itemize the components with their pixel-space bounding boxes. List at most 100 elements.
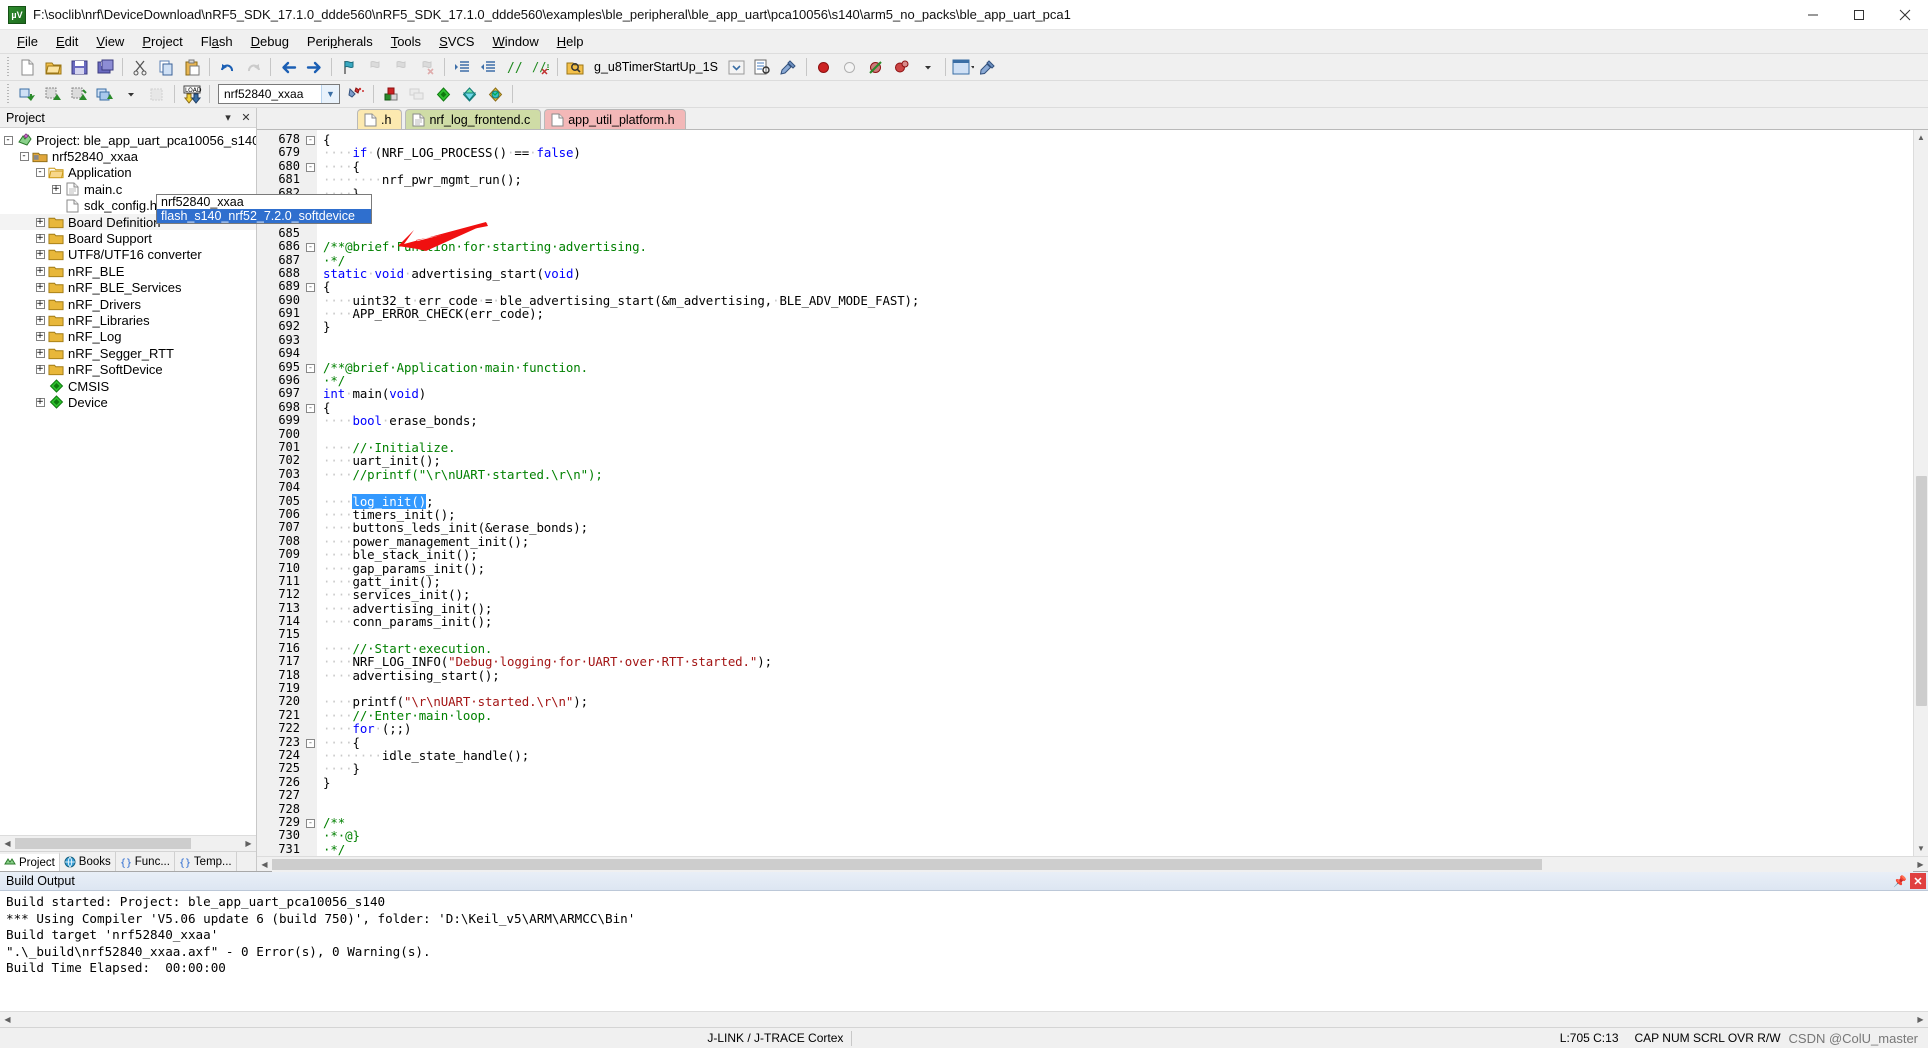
target-dropdown-item-1[interactable]: flash_s140_nrf52_7.2.0_softdevice	[157, 209, 371, 223]
tree-expander[interactable]: +	[32, 280, 48, 296]
scroll-down-button[interactable]: ▼	[1913, 841, 1928, 856]
code-line[interactable]	[323, 628, 1913, 641]
kill-breakpoint-icon[interactable]	[838, 56, 862, 79]
tree-expander[interactable]: -	[32, 165, 48, 181]
fold-marker[interactable]	[304, 387, 317, 400]
project-panel-tabs[interactable]: Project Books{} Func...{} Temp...	[0, 851, 256, 871]
fold-marker[interactable]	[304, 588, 317, 601]
fold-marker[interactable]	[304, 829, 317, 842]
code-line[interactable]: ····conn_params_init();	[323, 615, 1913, 629]
fold-marker[interactable]	[304, 762, 317, 775]
fold-marker[interactable]	[304, 615, 317, 628]
code-line[interactable]: ····gatt_init();	[323, 574, 1913, 588]
batch-build-dropdown-icon[interactable]	[119, 83, 143, 106]
filter-pack-icon[interactable]	[457, 83, 481, 106]
tree-expander[interactable]: +	[48, 181, 64, 197]
fold-marker[interactable]	[304, 441, 317, 454]
code-line[interactable]: ·*·@}	[323, 829, 1913, 842]
fold-marker[interactable]	[304, 254, 317, 267]
scroll-right-button[interactable]: ▶	[1913, 1012, 1928, 1027]
code-line[interactable]: ····{	[323, 159, 1913, 173]
tree-item[interactable]: + nRF_Log	[0, 329, 256, 345]
code-line[interactable]: /**	[323, 816, 1913, 829]
manage-project-items-icon[interactable]	[344, 83, 368, 106]
code-line[interactable]: }	[323, 200, 1913, 214]
code-line[interactable]: int·main(void)	[323, 387, 1913, 401]
fold-marker[interactable]	[304, 508, 317, 521]
fold-marker[interactable]	[304, 294, 317, 307]
fold-marker[interactable]	[304, 695, 317, 708]
code-line[interactable]	[323, 213, 1913, 226]
menu-flash[interactable]: Flash	[192, 31, 242, 52]
code-line[interactable]: ·*/	[323, 374, 1913, 387]
fold-marker[interactable]	[304, 173, 317, 186]
code-line[interactable]: ····}	[323, 186, 1913, 200]
scroll-left-button[interactable]: ◀	[0, 836, 15, 851]
scroll-right-button[interactable]: ▶	[241, 836, 256, 851]
tree-expander[interactable]: +	[32, 214, 48, 230]
tree-item[interactable]: + nRF_Libraries	[0, 312, 256, 328]
tree-expander[interactable]: +	[32, 394, 48, 410]
configure-icon[interactable]	[777, 56, 801, 79]
fold-marker[interactable]	[304, 481, 317, 494]
chevron-down-icon[interactable]: ▼	[321, 85, 339, 103]
menu-help[interactable]: Help	[548, 31, 593, 52]
fold-marker[interactable]	[304, 628, 317, 641]
fold-marker[interactable]	[304, 562, 317, 575]
code-line[interactable]	[323, 347, 1913, 360]
code-viewport[interactable]: 6786796806816826836846856866876886896906…	[257, 130, 1913, 856]
fold-marker[interactable]	[304, 347, 317, 360]
code-line[interactable]: ····{	[323, 735, 1913, 749]
code-line[interactable]: ····uint32_t·err_code·=·ble_advertising_…	[323, 293, 1913, 307]
scroll-left-button[interactable]: ◀	[257, 857, 272, 872]
tree-item[interactable]: + Board Support	[0, 230, 256, 246]
fold-marker[interactable]: -	[304, 401, 317, 414]
menu-edit[interactable]: Edit	[47, 31, 87, 52]
copy-icon[interactable]	[154, 56, 178, 79]
code-line[interactable]	[323, 227, 1913, 240]
code-line[interactable]	[323, 803, 1913, 816]
scroll-track[interactable]	[15, 836, 241, 851]
target-selector[interactable]: nrf52840_xxaa ▼	[214, 84, 340, 104]
breakpoints-dropdown-icon[interactable]	[916, 56, 940, 79]
code-line[interactable]: ····//·Enter·main·loop.	[323, 709, 1913, 722]
fold-marker[interactable]	[304, 334, 317, 347]
fold-marker[interactable]: -	[304, 736, 317, 749]
code-line[interactable]: ····gap_params_init();	[323, 561, 1913, 575]
tree-expander[interactable]: +	[32, 362, 48, 378]
translate-file-icon[interactable]	[15, 83, 39, 106]
save-icon[interactable]	[67, 56, 91, 79]
open-file-icon[interactable]	[41, 56, 65, 79]
scroll-thumb[interactable]	[1915, 476, 1927, 706]
navigate-back-icon[interactable]	[276, 56, 300, 79]
code-line[interactable]: ····bool·erase_bonds;	[323, 414, 1913, 428]
target-dropdown-item-0[interactable]: nrf52840_xxaa	[157, 195, 371, 209]
code-line[interactable]	[323, 682, 1913, 695]
maximize-button[interactable]	[1836, 0, 1882, 30]
pack-installer-icon[interactable]	[483, 83, 507, 106]
code-line[interactable]: }	[323, 320, 1913, 334]
fold-marker[interactable]	[304, 428, 317, 441]
code-line[interactable]: ····log_init();	[323, 493, 1913, 509]
code-line[interactable]: static·void·advertising_start(void)	[323, 267, 1913, 281]
fold-marker[interactable]: -	[304, 240, 317, 253]
bookmark-clear-icon[interactable]	[415, 56, 439, 79]
tree-item[interactable]: + UTF8/UTF16 converter	[0, 247, 256, 263]
code-line[interactable]: ····ble_stack_init();	[323, 548, 1913, 562]
multi-project-icon[interactable]	[405, 83, 429, 106]
editor-tab-0[interactable]: .h	[357, 109, 403, 129]
code-line[interactable]: ····services_init();	[323, 588, 1913, 602]
download-load-icon[interactable]: LOAD	[180, 83, 204, 106]
manage-run-time-environment-icon[interactable]	[379, 83, 403, 106]
code-line[interactable]: ····uart_init();	[323, 454, 1913, 468]
tree-expander[interactable]: +	[32, 296, 48, 312]
code-line[interactable]	[323, 334, 1913, 347]
fold-marker[interactable]	[304, 669, 317, 682]
fold-marker[interactable]	[304, 307, 317, 320]
project-h-scrollbar[interactable]: ◀ ▶	[0, 835, 256, 851]
new-file-icon[interactable]	[15, 56, 39, 79]
fold-marker[interactable]: -	[304, 160, 317, 173]
tree-item[interactable]: + nRF_Drivers	[0, 296, 256, 312]
uncomment-icon[interactable]: //≡	[528, 56, 552, 79]
code-line[interactable]: {	[323, 280, 1913, 294]
